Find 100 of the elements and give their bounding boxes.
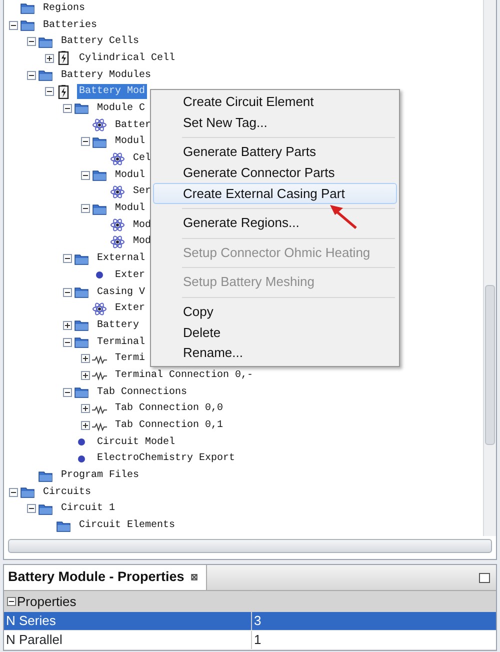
tree-item[interactable]: Batter: [113, 118, 154, 133]
tree-item[interactable]: Tab Connection 0,0: [113, 401, 226, 416]
collapse-toggle[interactable]: [62, 288, 72, 297]
tree-item[interactable]: Circuit Model: [95, 434, 178, 450]
folder-icon: [92, 134, 107, 149]
folder-icon: [74, 252, 89, 266]
collapse-toggle[interactable]: [62, 338, 72, 347]
tree-item[interactable]: Mod: [131, 234, 154, 250]
tree-item[interactable]: Exter: [113, 268, 148, 283]
group-label: Properties: [17, 592, 76, 611]
property-value: 3: [253, 612, 262, 630]
menu-item[interactable]: Delete: [153, 322, 397, 343]
tree-item[interactable]: Tab Connection 0,1: [113, 418, 226, 434]
property-row[interactable]: N Series 3: [4, 612, 496, 631]
expand-toggle[interactable]: [62, 320, 72, 330]
tree-item[interactable]: Cel: [131, 151, 154, 166]
tree-item[interactable]: Battery: [95, 318, 142, 333]
collapse-toggle[interactable]: [62, 254, 72, 264]
tree-item[interactable]: Regions: [41, 0, 88, 16]
atom-icon: [92, 302, 107, 316]
atom-icon: [110, 152, 125, 166]
collapse-toggle[interactable]: [26, 504, 36, 514]
collapse-toggle[interactable]: [7, 597, 16, 606]
collapse-toggle[interactable]: [62, 104, 72, 113]
tree-item[interactable]: Exter: [113, 301, 148, 316]
collapse-toggle[interactable]: [80, 204, 90, 214]
property-value: 1: [253, 631, 262, 650]
expand-toggle[interactable]: [80, 370, 90, 380]
folder-icon: [38, 468, 53, 483]
tree-item[interactable]: Battery Modules: [59, 68, 154, 83]
tree-item[interactable]: ElectroChemistry Export: [95, 451, 238, 466]
folder-icon: [74, 101, 89, 116]
folder-icon: [56, 518, 71, 533]
folder-icon: [92, 168, 107, 182]
folder-icon: [92, 202, 107, 216]
menu-item[interactable]: Generate Connector Parts: [153, 162, 397, 184]
tree-item[interactable]: Modul: [113, 168, 148, 183]
atom-icon: [110, 184, 125, 199]
scrollbar-thumb[interactable]: [485, 285, 495, 445]
atom-icon: [92, 118, 107, 132]
tree-item[interactable]: Module C: [95, 100, 148, 116]
tree-item[interactable]: Modul: [113, 134, 148, 150]
tree-item[interactable]: External: [95, 251, 148, 266]
folder-icon: [20, 485, 35, 500]
folder-icon: [38, 502, 53, 516]
pointer-arrow: [328, 203, 358, 230]
collapse-toggle[interactable]: [80, 137, 90, 146]
tree-item[interactable]: Cylindrical Cell: [77, 50, 178, 66]
battery-icon: [56, 84, 71, 99]
tree-item[interactable]: Circuit Elements: [77, 518, 178, 534]
folder-icon: [74, 285, 89, 300]
collapse-toggle[interactable]: [62, 388, 72, 397]
folder-icon: [38, 68, 53, 82]
menu-item[interactable]: Generate Battery Parts: [153, 142, 397, 163]
expand-toggle[interactable]: [80, 404, 90, 414]
menu-item[interactable]: Copy: [153, 302, 397, 322]
expand-toggle[interactable]: [44, 54, 54, 63]
folder-icon: [20, 1, 35, 16]
expand-toggle[interactable]: [80, 354, 90, 364]
menu-item[interactable]: Set New Tag...: [153, 112, 397, 134]
folder-icon: [74, 385, 89, 400]
horizontal-scrollbar[interactable]: [8, 539, 492, 553]
property-name: N Parallel: [6, 631, 62, 650]
collapse-toggle[interactable]: [26, 70, 36, 80]
collapse-toggle[interactable]: [44, 87, 54, 96]
menu-item[interactable]: Create Circuit Element: [153, 92, 397, 113]
tree-item[interactable]: Casing V: [95, 284, 148, 300]
tree-item[interactable]: Terminal: [95, 334, 148, 350]
battery-icon: [56, 51, 71, 66]
atom-icon: [110, 218, 125, 232]
folder-icon: [20, 18, 35, 32]
property-row[interactable]: N Parallel 1: [4, 631, 496, 650]
folder-icon: [74, 335, 89, 350]
close-icon[interactable]: ⊠: [190, 570, 198, 584]
collapse-toggle[interactable]: [8, 488, 18, 497]
tree-item[interactable]: Mod: [131, 218, 154, 233]
panel-tab[interactable]: Battery Module - Properties ⊠: [4, 565, 208, 590]
tree-item[interactable]: Program Files: [59, 468, 142, 484]
folder-icon: [74, 318, 89, 332]
menu-item[interactable]: Create External Casing Part: [153, 183, 397, 204]
menu-item[interactable]: Generate Regions...: [153, 212, 397, 234]
folder-icon: [38, 34, 53, 49]
tree-item[interactable]: Ser: [131, 184, 154, 200]
collapse-toggle[interactable]: [26, 37, 36, 46]
tree-item[interactable]: Terminal Connection 0,-: [113, 368, 256, 383]
atom-icon: [110, 234, 125, 249]
minimize-icon[interactable]: [479, 572, 490, 582]
expand-toggle[interactable]: [80, 421, 90, 430]
tree-item[interactable]: Batteries: [41, 18, 100, 33]
tree-item[interactable]: Modul: [113, 201, 148, 216]
tree-item[interactable]: Tab Connections: [95, 384, 190, 400]
tree-item[interactable]: Circuits: [41, 484, 94, 500]
tree-item[interactable]: Termi: [113, 351, 148, 366]
property-name: N Series: [6, 612, 56, 630]
menu-item[interactable]: Rename...: [153, 342, 397, 364]
collapse-toggle[interactable]: [80, 170, 90, 180]
tree-item[interactable]: Battery Cells: [59, 34, 142, 50]
tree-item[interactable]: Circuit 1: [59, 501, 118, 516]
collapse-toggle[interactable]: [8, 20, 18, 30]
vertical-scrollbar[interactable]: [483, 0, 496, 536]
